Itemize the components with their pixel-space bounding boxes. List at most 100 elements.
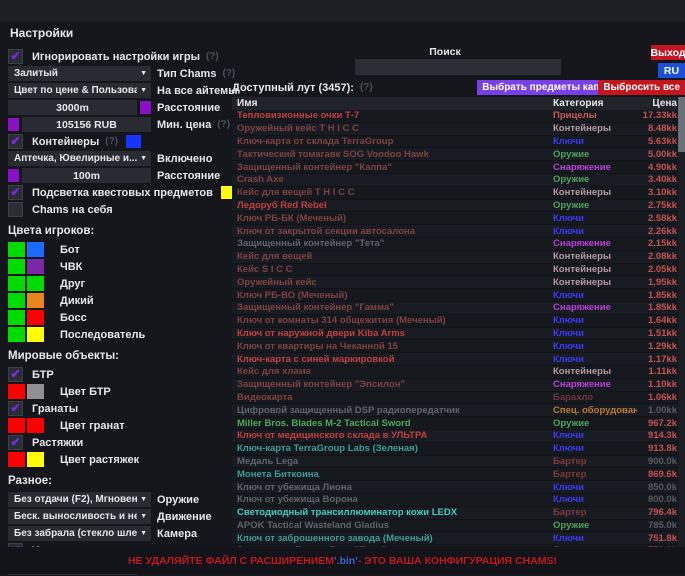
exit-button[interactable]: Выход: [651, 45, 685, 60]
color-swatch-invisible[interactable]: [27, 384, 44, 399]
table-row[interactable]: Светодиодный трансиллюминатор кожи LEDXБ…: [232, 507, 677, 520]
checkbox-chams-на-себя[interactable]: [8, 202, 23, 217]
loot-item-name: Ключ от закрытой секции автосалона: [232, 226, 553, 237]
table-row[interactable]: Ключ от убежища ЛионаКлючи850.0k: [232, 481, 677, 494]
column-header-category[interactable]: Категория: [553, 98, 637, 109]
table-row[interactable]: Тепловизионные очки Т-7Прицелы17.33kk: [232, 110, 677, 123]
table-row[interactable]: Защищенный контейнер "Гамма"Снаряжение1.…: [232, 302, 677, 315]
loot-item-price: 1.95kk: [637, 277, 677, 288]
drop-all-button[interactable]: Выбросить все: [598, 80, 685, 95]
input-расстояние[interactable]: [22, 168, 151, 183]
table-row[interactable]: Ключ РБ-ВО (Меченый)Ключи1.85kk: [232, 289, 677, 302]
language-button[interactable]: RU: [658, 63, 685, 78]
table-row[interactable]: Ключ от медицинского склада в УЛЬТРАКлюч…: [232, 430, 677, 443]
table-row[interactable]: Ключ от убежища ВоронаКлючи800.0k: [232, 494, 677, 507]
settings-row-расстояние: Расстояние: [8, 167, 230, 184]
table-row[interactable]: Ледоруб Red RebelОружие2.75kk: [232, 200, 677, 213]
table-row[interactable]: Тактический томагавк SOG Voodoo HawkОруж…: [232, 148, 677, 161]
color-swatch-visible[interactable]: [8, 242, 25, 257]
input-расстояние[interactable]: [8, 100, 137, 115]
table-row[interactable]: Медаль LegaБартер900.0k: [232, 456, 677, 469]
column-header-price[interactable]: Цена: [637, 98, 677, 109]
loot-scrollbar[interactable]: [678, 97, 685, 569]
checkbox-label: Гранаты: [32, 403, 78, 415]
table-row[interactable]: Ключ от наружной двери Kiba ArmsКлючи1.5…: [232, 328, 677, 341]
table-row[interactable]: Ключ РБ-БК (Меченый)Ключи2.58kk: [232, 212, 677, 225]
table-row[interactable]: ВидеокартаБарахло1.06kk: [232, 392, 677, 405]
table-row[interactable]: Ключ от квартиры на Чеканной 15Ключи1.29…: [232, 340, 677, 353]
color-swatch-visible[interactable]: [8, 452, 25, 467]
dropdown-label: Движение: [157, 511, 212, 523]
table-row[interactable]: Кейс для вещейКонтейнеры2.08kk: [232, 251, 677, 264]
settings-row-разное: Разное:: [8, 468, 230, 491]
search-input[interactable]: [355, 59, 561, 75]
color-swatch-invisible[interactable]: [27, 327, 44, 342]
table-row[interactable]: Монета БиткоинаБартер869.6k: [232, 468, 677, 481]
table-row[interactable]: Защищенный контейнер "Эпсилон"Снаряжение…: [232, 379, 677, 392]
table-row[interactable]: Кейс S I C CКонтейнеры2.05kk: [232, 264, 677, 277]
color-swatch[interactable]: [8, 169, 19, 182]
color-swatch-visible[interactable]: [8, 276, 25, 291]
checkbox-гранаты[interactable]: ✔: [8, 401, 23, 416]
table-row[interactable]: Ключ-карта с синей маркировкойКлючи1.17k…: [232, 353, 677, 366]
color-swatch-invisible[interactable]: [27, 276, 44, 291]
table-row[interactable]: Ключ-карта от склада TerraGroupКлючи5.63…: [232, 136, 677, 149]
color-swatch-invisible[interactable]: [27, 242, 44, 257]
table-row[interactable]: Защищенный контейнер "Тета"Снаряжение2.1…: [232, 238, 677, 251]
color-swatch-visible[interactable]: [8, 259, 25, 274]
color-swatch[interactable]: [126, 135, 141, 148]
help-icon[interactable]: (?): [206, 51, 219, 62]
table-row[interactable]: Ключ от закрытой секции автосалонаКлючи2…: [232, 225, 677, 238]
color-swatch-visible[interactable]: [8, 327, 25, 342]
loot-item-category: Ключи: [553, 226, 637, 237]
help-icon[interactable]: (?): [105, 136, 118, 147]
color-swatch-invisible[interactable]: [27, 293, 44, 308]
settings-row-chams-на-себя: Chams на себя: [8, 201, 230, 218]
table-row[interactable]: APOK Tactical Wasteland GladiusОружие785…: [232, 520, 677, 533]
column-header-name[interactable]: Имя: [232, 98, 553, 109]
table-row[interactable]: Цифровой защищенный DSP радиопередатчикС…: [232, 404, 677, 417]
checkbox-бтр[interactable]: ✔: [8, 367, 23, 382]
dropdown-тип-chams[interactable]: Залитый▼: [8, 66, 151, 81]
dropdown-движение[interactable]: Беск. выносливость и нет уста▼: [8, 509, 151, 524]
color-swatch-visible[interactable]: [8, 418, 25, 433]
table-row[interactable]: Кейс для вещей T H I C CКонтейнеры3.10kk: [232, 187, 677, 200]
select-kappa-items-button[interactable]: Выбрать предметы каппа: [477, 80, 616, 95]
color-swatch-invisible[interactable]: [27, 310, 44, 325]
colorpair-label: Цвет гранат: [60, 420, 125, 432]
color-swatch-invisible[interactable]: [27, 418, 44, 433]
table-row[interactable]: Оружейный кейс T H I C CКонтейнеры8.48kk: [232, 123, 677, 136]
help-icon[interactable]: (?): [217, 119, 230, 130]
color-swatch[interactable]: [8, 118, 19, 131]
dropdown-камера[interactable]: Без забрала (стекло шлема)▼: [8, 526, 151, 541]
table-row[interactable]: Ключ от комнаты 314 общежития (Меченый)К…: [232, 315, 677, 328]
table-row[interactable]: Ключ-карта TerraGroup Labs (Зеленая)Ключ…: [232, 443, 677, 456]
loot-scrollbar-thumb[interactable]: [678, 97, 685, 152]
table-row[interactable]: Оружейный кейсКонтейнеры1.95kk: [232, 276, 677, 289]
checkbox-подсветка-квестовых-предметов[interactable]: ✔: [8, 185, 23, 200]
loot-help-icon[interactable]: (?): [360, 82, 373, 93]
loot-item-name: Защищенный контейнер "Тета": [232, 238, 553, 249]
dropdown-оружие[interactable]: Без отдачи (F2), Мгновенное п▼: [8, 492, 151, 507]
color-swatch-visible[interactable]: [8, 293, 25, 308]
color-swatch-visible[interactable]: [8, 384, 25, 399]
checkbox-игнорировать-настройки-игры[interactable]: ✔: [8, 49, 23, 64]
color-swatch[interactable]: [140, 101, 151, 114]
settings-panel: Настройки ✔Игнорировать настройки игры(?…: [8, 26, 230, 576]
dropdown-включено[interactable]: Аптечка, Ювелирные и...▼: [8, 151, 151, 166]
table-row[interactable]: Ключ от заброшенного завода (Меченый)Клю…: [232, 532, 677, 545]
loot-item-price: 1.11kk: [637, 366, 677, 377]
settings-row-контейнеры: ✔Контейнеры(?): [8, 133, 230, 150]
color-swatch-invisible[interactable]: [27, 259, 44, 274]
loot-item-price: 1.10kk: [637, 379, 677, 390]
dropdown-на-все-айтемы[interactable]: Цвет по цене & Пользователы▼: [8, 83, 151, 98]
checkbox-контейнеры[interactable]: ✔: [8, 134, 23, 149]
color-swatch-visible[interactable]: [8, 310, 25, 325]
input-мин-цена[interactable]: [22, 117, 151, 132]
checkbox-растяжки[interactable]: ✔: [8, 435, 23, 450]
table-row[interactable]: Кейс для хламаКонтейнеры1.11kk: [232, 366, 677, 379]
table-row[interactable]: Crash AxeОружие3.40kk: [232, 174, 677, 187]
table-row[interactable]: Miller Bros. Blades M-2 Tactical SwordОр…: [232, 417, 677, 430]
color-swatch-invisible[interactable]: [27, 452, 44, 467]
table-row[interactable]: Защищенный контейнер "Каппа"Снаряжение4.…: [232, 161, 677, 174]
